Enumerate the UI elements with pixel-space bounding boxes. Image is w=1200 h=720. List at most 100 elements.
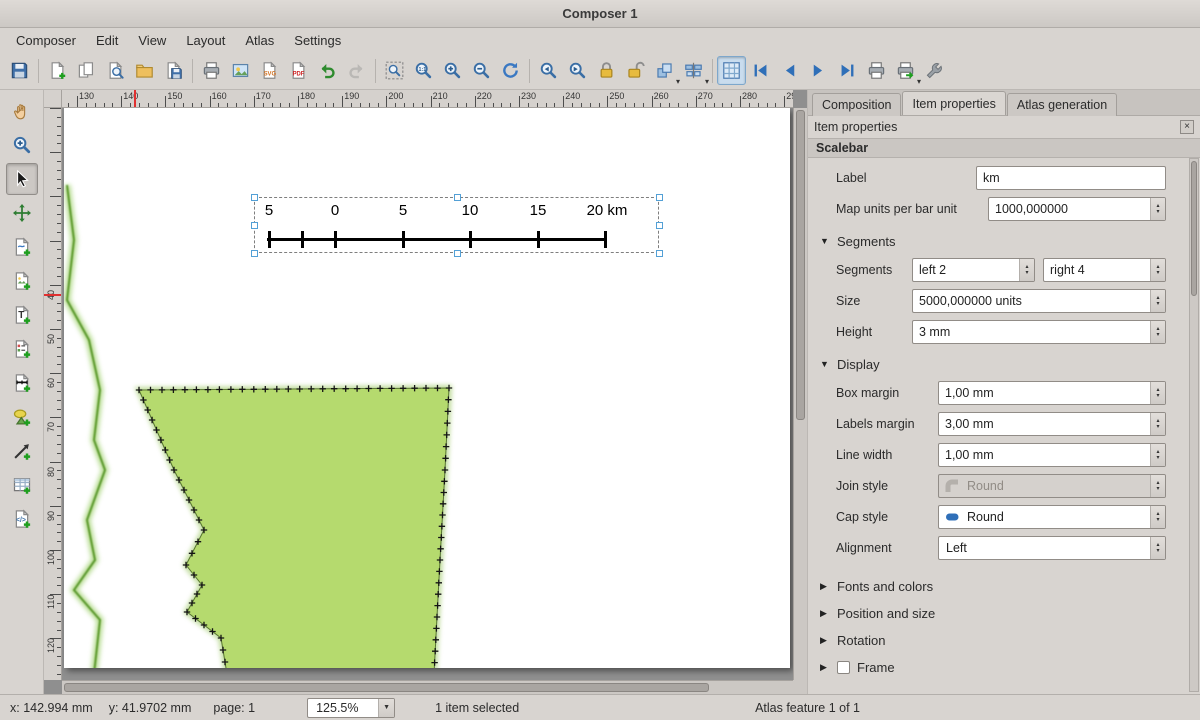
undo-button[interactable] xyxy=(313,56,342,85)
tab-item-properties[interactable]: Item properties xyxy=(902,91,1005,115)
move-item-content-button[interactable] xyxy=(6,197,38,229)
cap-style-combo[interactable]: Round ▴▾ xyxy=(938,505,1166,529)
height-input[interactable] xyxy=(913,325,1150,339)
align-selected-items-button[interactable]: ▾ xyxy=(679,56,708,85)
add-attribute-table-button[interactable] xyxy=(6,469,38,501)
zoom-button[interactable] xyxy=(6,129,38,161)
canvas-vertical-scrollbar[interactable] xyxy=(793,108,807,680)
save-as-template-button[interactable] xyxy=(159,56,188,85)
load-from-template-button[interactable] xyxy=(130,56,159,85)
selection-handle[interactable] xyxy=(656,194,663,201)
selection-handle[interactable] xyxy=(251,194,258,201)
selection-handle[interactable] xyxy=(454,250,461,257)
composer-manager-button[interactable] xyxy=(101,56,130,85)
canvas-viewport[interactable]: 505101520 km xyxy=(62,108,793,680)
zoom-last-button[interactable] xyxy=(534,56,563,85)
atlas-settings-button[interactable] xyxy=(920,56,949,85)
tab-atlas-generation[interactable]: Atlas generation xyxy=(1007,93,1117,116)
alignment-stepper[interactable]: ▴▾ xyxy=(1150,537,1165,559)
panel-scrollbar-thumb[interactable] xyxy=(1191,161,1197,296)
export-as-svg-button[interactable] xyxy=(255,56,284,85)
menu-atlas[interactable]: Atlas xyxy=(235,30,284,51)
add-arrow-button[interactable] xyxy=(6,435,38,467)
select-move-item-button[interactable] xyxy=(6,163,38,195)
refresh-view-button[interactable] xyxy=(496,56,525,85)
map-units-input[interactable] xyxy=(989,202,1150,216)
menu-view[interactable]: View xyxy=(128,30,176,51)
save-project-button[interactable] xyxy=(5,56,34,85)
export-atlas-button[interactable]: ▾ xyxy=(891,56,920,85)
panel-scrollbar[interactable] xyxy=(1189,158,1199,692)
selection-handle[interactable] xyxy=(251,250,258,257)
size-input[interactable] xyxy=(913,294,1150,308)
zoom-100-button[interactable] xyxy=(409,56,438,85)
add-html-frame-button[interactable] xyxy=(6,503,38,535)
zoom-full-button[interactable] xyxy=(380,56,409,85)
add-new-legend-button[interactable] xyxy=(6,333,38,365)
map-units-spinbox[interactable]: ▴▾ xyxy=(988,197,1166,221)
label-input[interactable] xyxy=(976,166,1166,190)
map-units-stepper[interactable]: ▴▾ xyxy=(1150,198,1165,220)
segments-right-spinbox[interactable]: ▴▾ xyxy=(1043,258,1166,282)
zoom-out-button[interactable] xyxy=(467,56,496,85)
alignment-combo[interactable]: Left ▴▾ xyxy=(938,536,1166,560)
atlas-preview-button[interactable] xyxy=(717,56,746,85)
selection-handle[interactable] xyxy=(251,222,258,229)
atlas-last-feature-button[interactable] xyxy=(833,56,862,85)
segments-left-stepper[interactable]: ▴▾ xyxy=(1019,259,1034,281)
menu-layout[interactable]: Layout xyxy=(176,30,235,51)
raise-selected-items-button[interactable]: ▾ xyxy=(650,56,679,85)
menu-edit[interactable]: Edit xyxy=(86,30,128,51)
display-group-header[interactable]: ▼ Display xyxy=(820,354,1200,374)
zoom-next-button[interactable] xyxy=(563,56,592,85)
segments-left-input[interactable] xyxy=(913,263,1019,277)
zoom-dropdown-arrow[interactable]: ▼ xyxy=(378,699,394,717)
add-new-label-button[interactable] xyxy=(6,299,38,331)
line-width-spinbox[interactable]: ▴▾ xyxy=(938,443,1166,467)
pan-button[interactable] xyxy=(6,95,38,127)
height-stepper[interactable]: ▴▾ xyxy=(1150,321,1165,343)
redo-button[interactable] xyxy=(342,56,371,85)
height-spinbox[interactable]: ▴▾ xyxy=(912,320,1166,344)
add-new-scalebar-button[interactable] xyxy=(6,367,38,399)
duplicate-composer-button[interactable] xyxy=(72,56,101,85)
export-as-image-button[interactable] xyxy=(226,56,255,85)
line-width-input[interactable] xyxy=(939,448,1150,462)
add-new-map-button[interactable] xyxy=(6,231,38,263)
align-selected-items-dropdown-arrow[interactable]: ▾ xyxy=(705,78,709,86)
tab-composition[interactable]: Composition xyxy=(812,93,901,116)
panel-close-button[interactable]: × xyxy=(1180,120,1194,134)
segments-group-header[interactable]: ▼ Segments xyxy=(820,231,1200,251)
print-button[interactable] xyxy=(197,56,226,85)
labels-margin-input[interactable] xyxy=(939,417,1150,431)
lock-selected-items-button[interactable] xyxy=(592,56,621,85)
scalebar-item[interactable]: 505101520 km xyxy=(254,197,659,253)
menu-settings[interactable]: Settings xyxy=(284,30,351,51)
segments-right-stepper[interactable]: ▴▾ xyxy=(1150,259,1165,281)
box-margin-spinbox[interactable]: ▴▾ xyxy=(938,381,1166,405)
cap-style-stepper[interactable]: ▴▾ xyxy=(1150,506,1165,528)
selection-handle[interactable] xyxy=(656,250,663,257)
zoom-level-combo[interactable]: 125.5% ▼ xyxy=(307,698,395,718)
line-width-stepper[interactable]: ▴▾ xyxy=(1150,444,1165,466)
print-atlas-button[interactable] xyxy=(862,56,891,85)
labels-margin-spinbox[interactable]: ▴▾ xyxy=(938,412,1166,436)
export-as-pdf-button[interactable] xyxy=(284,56,313,85)
new-composer-button[interactable] xyxy=(43,56,72,85)
atlas-next-feature-button[interactable] xyxy=(804,56,833,85)
frame-checkbox[interactable] xyxy=(837,661,850,674)
fonts-and-colors-group-header[interactable]: ▶ Fonts and colors xyxy=(820,576,1200,596)
labels-margin-stepper[interactable]: ▴▾ xyxy=(1150,413,1165,435)
unlock-all-button[interactable] xyxy=(621,56,650,85)
rotation-group-header[interactable]: ▶ Rotation xyxy=(820,630,1200,650)
composition-page[interactable]: 505101520 km xyxy=(64,108,790,668)
position-and-size-group-header[interactable]: ▶ Position and size xyxy=(820,603,1200,623)
selection-handle[interactable] xyxy=(656,222,663,229)
zoom-in-button[interactable] xyxy=(438,56,467,85)
box-margin-input[interactable] xyxy=(939,386,1150,400)
vscroll-thumb[interactable] xyxy=(796,110,805,420)
canvas-horizontal-scrollbar[interactable] xyxy=(62,680,793,694)
segments-left-spinbox[interactable]: ▴▾ xyxy=(912,258,1035,282)
spin-down-icon[interactable]: ▾ xyxy=(1156,209,1159,215)
hscroll-thumb[interactable] xyxy=(64,683,709,692)
